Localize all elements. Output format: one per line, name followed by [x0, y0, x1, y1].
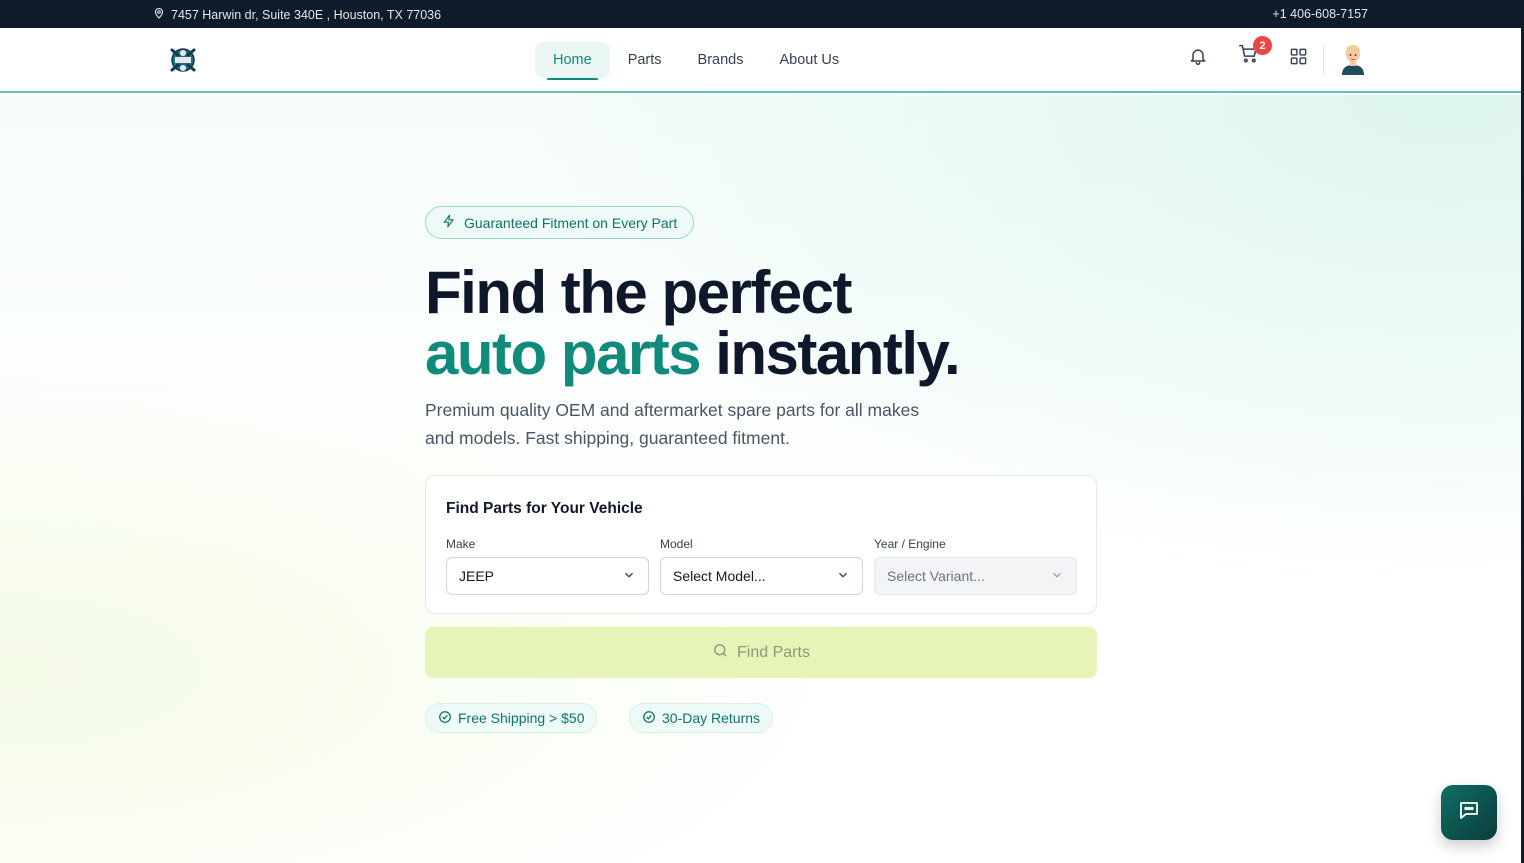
top-info-bar: 7457 Harwin dr, Suite 340E , Houston, TX… — [0, 0, 1521, 28]
free-shipping-chip: Free Shipping > $50 — [425, 703, 598, 733]
nav-brands[interactable]: Brands — [680, 42, 762, 78]
header-actions: 2 — [1186, 36, 1310, 68]
year-engine-value: Select Variant... — [887, 568, 985, 584]
year-engine-label: Year / Engine — [874, 537, 946, 551]
hero-subtext: Premium quality OEM and aftermarket spar… — [425, 400, 920, 448]
user-avatar[interactable] — [1340, 43, 1366, 75]
check-circle-icon — [438, 710, 452, 727]
make-field: Make JEEP — [446, 537, 649, 595]
header-divider — [1323, 45, 1324, 75]
model-value: Select Model... — [673, 568, 766, 584]
model-label: Model — [660, 537, 693, 551]
make-label: Make — [446, 537, 476, 551]
nav-parts[interactable]: Parts — [610, 42, 680, 78]
headline-rest: instantly. — [700, 320, 960, 387]
model-select[interactable]: Select Model... — [660, 557, 863, 595]
chat-button[interactable] — [1441, 785, 1497, 840]
primary-nav: Home Parts Brands About Us — [535, 42, 857, 80]
finder-title: Find Parts for Your Vehicle — [446, 500, 643, 517]
headline-line-2: auto parts instantly. — [425, 320, 961, 387]
headline-line-1: Find the perfect — [425, 259, 853, 326]
chevron-down-icon — [836, 568, 850, 585]
bell-icon[interactable] — [1186, 44, 1210, 68]
check-circle-icon — [642, 710, 656, 727]
fitment-badge-text: Guaranteed Fitment on Every Part — [464, 214, 678, 231]
cart-count-badge: 2 — [1253, 36, 1272, 55]
fitment-badge: Guaranteed Fitment on Every Part — [425, 206, 695, 239]
address: 7457 Harwin dr, Suite 340E , Houston, TX… — [153, 7, 441, 22]
address-text: 7457 Harwin dr, Suite 340E , Houston, TX… — [171, 7, 442, 22]
phone-number[interactable]: +1 406-608-7157 — [1272, 7, 1368, 21]
model-field: Model Select Model... — [660, 537, 863, 595]
location-pin-icon — [153, 7, 165, 22]
chat-icon — [1457, 798, 1481, 827]
headline-accent: auto parts — [425, 320, 702, 387]
free-shipping-text: Free Shipping > $50 — [458, 710, 585, 726]
returns-text: 30-Day Returns — [662, 710, 761, 726]
hero-headline: Find the perfect auto parts instantly. — [425, 259, 961, 387]
grid-icon[interactable] — [1286, 44, 1310, 68]
site-logo[interactable] — [166, 42, 200, 78]
vehicle-finder-card: Find Parts for Your Vehicle Make JEEP Mo… — [425, 475, 1097, 614]
main-navbar: Home Parts Brands About Us 2 — [0, 28, 1521, 93]
chevron-down-icon — [622, 568, 636, 585]
returns-chip: 30-Day Returns — [629, 703, 774, 733]
find-parts-button[interactable]: Find Parts — [425, 627, 1097, 678]
year-engine-select[interactable]: Select Variant... — [874, 557, 1077, 595]
chevron-down-icon — [1050, 568, 1064, 585]
make-value: JEEP — [459, 568, 495, 584]
search-icon — [712, 642, 729, 664]
make-select[interactable]: JEEP — [446, 557, 649, 595]
year-engine-field: Year / Engine Select Variant... — [874, 537, 1077, 595]
lightning-icon — [442, 214, 456, 231]
find-parts-label: Find Parts — [737, 643, 810, 661]
nav-home[interactable]: Home — [535, 42, 610, 80]
nav-about-us[interactable]: About Us — [761, 42, 857, 78]
cart-button[interactable]: 2 — [1236, 36, 1272, 68]
